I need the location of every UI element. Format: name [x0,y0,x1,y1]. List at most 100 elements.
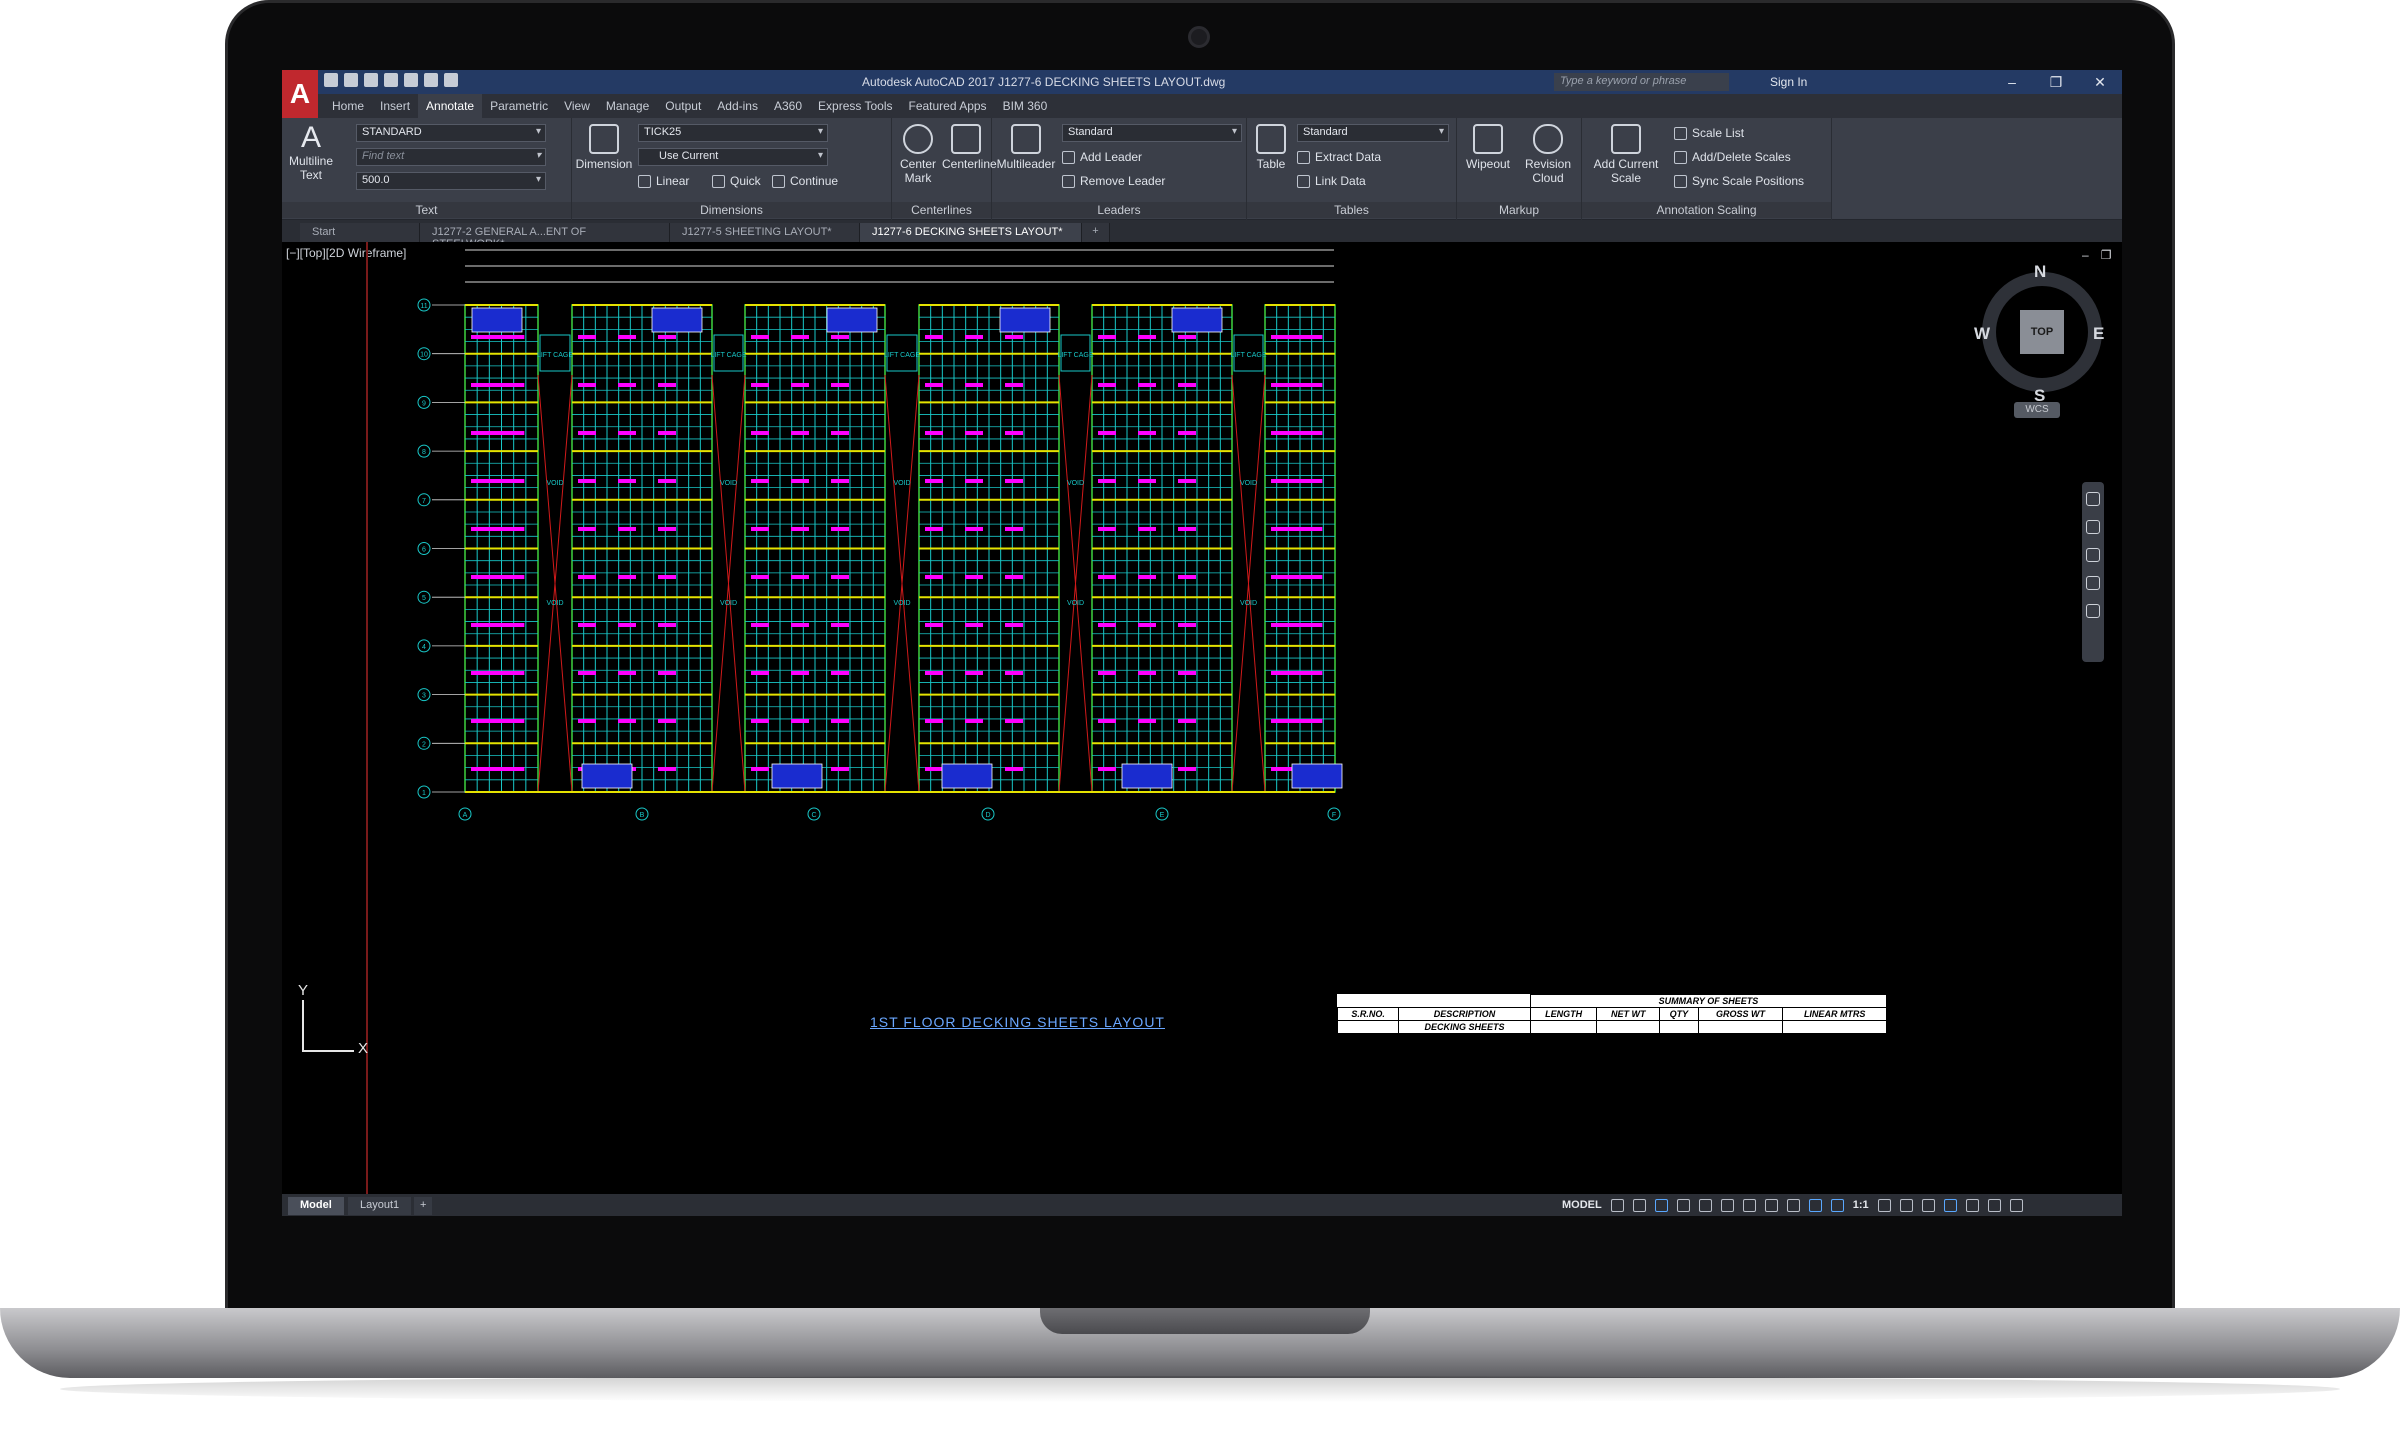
layout-tab-layout1[interactable]: Layout1 [348,1197,412,1215]
ribbon-tab-manage[interactable]: Manage [598,94,657,118]
clean-screen-icon[interactable] [1987,1198,2001,1212]
minimize-icon[interactable]: – [1990,70,2034,94]
file-tab-decking-sheets-layout[interactable]: J1277-6 DECKING SHEETS LAYOUT* [860,223,1082,242]
ribbon-tab-insert[interactable]: Insert [372,94,418,118]
revision-cloud-button[interactable]: Revision Cloud [1517,124,1579,185]
sheet-tag-mark [1271,719,1289,723]
isodraft-icon[interactable] [1698,1198,1712,1212]
grid-row-label: 10 [420,352,428,359]
search-input[interactable]: Type a keyword or phrase [1554,73,1729,91]
new-tab-plus-icon[interactable]: + [1082,223,1110,242]
print-icon[interactable] [404,73,418,87]
ribbon-tab-add-ins[interactable]: Add-ins [709,94,766,118]
scale-list-button[interactable]: Scale List [1674,126,1744,140]
add-layout-plus-icon[interactable]: + [414,1197,433,1215]
find-text-input[interactable]: Find text [356,148,546,166]
ribbon-tab-annotate[interactable]: Annotate [418,94,483,118]
quick-button[interactable]: Quick [712,174,761,188]
pan-hand-icon[interactable] [2086,520,2100,534]
sign-in-button[interactable]: Sign In [1770,75,1807,89]
workspace-gear-icon[interactable] [1877,1198,1891,1212]
compass-east[interactable]: E [2093,324,2104,344]
model-space-toggle[interactable]: MODEL [1562,1199,1602,1211]
compass-west[interactable]: W [1974,324,1990,344]
undo-icon[interactable] [424,73,438,87]
ribbon-tab-bim-360[interactable]: BIM 360 [995,94,1056,118]
leaders-panel-label[interactable]: Leaders [992,202,1246,218]
polar-icon[interactable] [1676,1198,1690,1212]
text-height-select[interactable]: 500.0 [356,172,546,190]
viewport-restore-icon[interactable]: ❐ [2101,248,2112,262]
file-tab-sheeting-layout[interactable]: J1277-5 SHEETING LAYOUT* [670,223,860,242]
annotation-monitor-icon[interactable] [1899,1198,1913,1212]
open-icon[interactable] [344,73,358,87]
app-logo[interactable]: A [282,70,318,118]
object-snap-tracking-icon[interactable] [1720,1198,1734,1212]
customization-menu-icon[interactable] [2009,1198,2023,1212]
isolate-objects-icon[interactable] [1943,1198,1957,1212]
zoom-extents-icon[interactable] [2086,548,2100,562]
lineweight-icon[interactable] [1764,1198,1778,1212]
dim-style-select[interactable]: TICK25 [638,124,828,142]
redo-icon[interactable] [444,73,458,87]
viewport-minimize-icon[interactable]: – [2082,248,2089,262]
table-button[interactable]: Table [1251,124,1291,171]
remove-leader-button[interactable]: Remove Leader [1062,174,1165,188]
add-leader-button[interactable]: Add Leader [1062,150,1142,164]
tables-panel-label[interactable]: Tables [1247,202,1456,218]
compass-north[interactable]: N [2034,262,2046,282]
ribbon-tab-featured-apps[interactable]: Featured Apps [901,94,995,118]
auto-scale-icon[interactable] [1830,1198,1844,1212]
wcs-menu[interactable]: WCS [2014,402,2060,418]
transparency-icon[interactable] [1786,1198,1800,1212]
ribbon-tab-parametric[interactable]: Parametric [482,94,556,118]
ribbon-tab-express-tools[interactable]: Express Tools [810,94,900,118]
centerline-button[interactable]: Centerline [942,124,997,171]
file-tab-general-arrangement[interactable]: J1277-2 GENERAL A...ENT OF STEELWORK* [420,223,670,250]
close-icon[interactable]: ✕ [2078,70,2122,94]
object-snap-icon[interactable] [1742,1198,1756,1212]
ribbon-tab-a360[interactable]: A360 [766,94,810,118]
annotation-scale-select[interactable]: 1:1 [1853,1199,1869,1211]
save-as-icon[interactable] [384,73,398,87]
maximize-icon[interactable]: ❐ [2034,70,2078,94]
text-panel-label[interactable]: Text [282,202,571,218]
add-current-scale-button[interactable]: Add Current Scale [1586,124,1666,185]
multiline-text-button[interactable]: A Multiline Text [288,122,334,183]
steering-wheel-icon[interactable] [2086,492,2100,506]
sheet-tag-mark [1138,431,1156,435]
extract-data-button[interactable]: Extract Data [1297,150,1381,164]
link-data-button[interactable]: Link Data [1297,174,1366,188]
continue-button[interactable]: Continue [772,174,838,188]
annotation-visibility-icon[interactable] [1808,1198,1822,1212]
save-icon[interactable] [364,73,378,87]
ribbon-tab-home[interactable]: Home [324,94,372,118]
laptop-frame: A Autodesk AutoCAD 2017 J1277-6 DECKING … [0,0,2400,1444]
center-mark-button[interactable]: Center Mark [896,124,940,185]
add-delete-scales-button[interactable]: Add/Delete Scales [1674,150,1791,164]
ribbon-tab-output[interactable]: Output [657,94,709,118]
dimension-button[interactable]: Dimension [574,124,634,171]
hardware-acceleration-icon[interactable] [1965,1198,1979,1212]
ortho-icon[interactable] [1654,1198,1668,1212]
sync-scale-positions-button[interactable]: Sync Scale Positions [1674,174,1804,188]
dim-layer-select[interactable]: Use Current [638,148,828,166]
new-icon[interactable] [324,73,338,87]
showmotion-icon[interactable] [2086,604,2100,618]
linear-button[interactable]: Linear [638,174,689,188]
layout-tab-model[interactable]: Model [288,1197,344,1215]
drawing-canvas[interactable]: [−][Top][2D Wireframe] LIFT CAGE VOID VOID… [282,242,2122,1194]
snap-icon[interactable] [1632,1198,1646,1212]
text-style-select[interactable]: STANDARD [356,124,546,142]
table-style-select[interactable]: Standard [1297,124,1449,142]
wipeout-button[interactable]: Wipeout [1461,124,1515,171]
file-tab-start[interactable]: Start [300,223,420,242]
ribbon-tab-view[interactable]: View [556,94,598,118]
units-icon[interactable] [1921,1198,1935,1212]
viewcube-top-face[interactable]: TOP [2020,310,2064,354]
leader-style-select[interactable]: Standard [1062,124,1242,142]
grid-icon[interactable] [1610,1198,1624,1212]
multileader-button[interactable]: Multileader [994,124,1058,171]
orbit-icon[interactable] [2086,576,2100,590]
dimensions-panel-label[interactable]: Dimensions [572,202,891,218]
